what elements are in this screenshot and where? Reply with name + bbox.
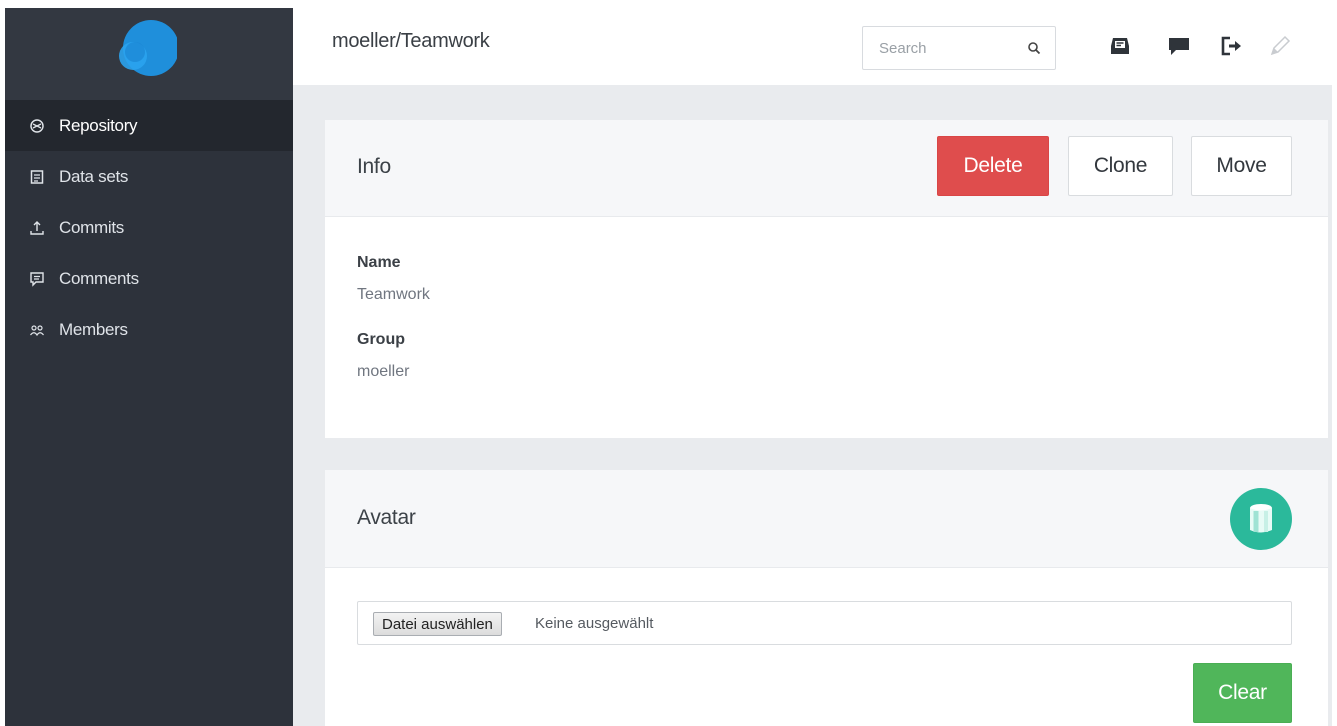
logo-area bbox=[5, 8, 293, 100]
sidebar-item-label: Commits bbox=[59, 217, 124, 237]
info-card: Info Delete Clone Move Name Teamwork Gro… bbox=[325, 120, 1328, 438]
clone-button[interactable]: Clone bbox=[1068, 136, 1173, 196]
sidebar-item-label: Data sets bbox=[59, 166, 129, 186]
name-value: Teamwork bbox=[357, 286, 430, 303]
app-window: Repository Data sets Commits Comments Me… bbox=[5, 8, 1332, 726]
search-input[interactable] bbox=[863, 27, 1023, 69]
dataset-icon bbox=[29, 169, 45, 185]
inbox-icon[interactable] bbox=[1108, 34, 1132, 58]
sidebar-item-members[interactable]: Members bbox=[5, 304, 293, 355]
sidebar-item-commits[interactable]: Commits bbox=[5, 202, 293, 253]
avatar-title: Avatar bbox=[357, 506, 416, 529]
breadcrumb[interactable]: moeller/Teamwork bbox=[332, 30, 490, 53]
repository-icon bbox=[29, 118, 45, 134]
sidebar: Repository Data sets Commits Comments Me… bbox=[5, 8, 293, 726]
cylinder-icon bbox=[1250, 504, 1272, 533]
info-card-header: Info Delete Clone Move bbox=[325, 120, 1328, 217]
sidebar-item-label: Members bbox=[59, 319, 128, 339]
clear-button[interactable]: Clear bbox=[1193, 663, 1292, 723]
sidebar-item-data-sets[interactable]: Data sets bbox=[5, 151, 293, 202]
sidebar-item-comments[interactable]: Comments bbox=[5, 253, 293, 304]
sidebar-nav: Repository Data sets Commits Comments Me… bbox=[5, 100, 293, 355]
avatar-card: Avatar Datei auswählen Keine ausgewählt … bbox=[325, 470, 1328, 726]
logout-icon[interactable] bbox=[1220, 34, 1244, 58]
move-button[interactable]: Move bbox=[1191, 136, 1292, 196]
info-title: Info bbox=[357, 155, 391, 178]
comment-icon bbox=[29, 271, 45, 287]
sidebar-item-repository[interactable]: Repository bbox=[5, 100, 293, 151]
choose-file-button[interactable]: Datei auswählen bbox=[373, 612, 502, 636]
commit-icon bbox=[29, 220, 45, 236]
app-logo[interactable] bbox=[113, 18, 177, 78]
pencil-icon[interactable] bbox=[1268, 34, 1292, 58]
topbar: moeller/Teamwork bbox=[293, 8, 1332, 85]
members-icon bbox=[29, 322, 45, 338]
group-label: Group bbox=[357, 331, 405, 348]
name-label: Name bbox=[357, 254, 401, 271]
search-icon[interactable] bbox=[1027, 41, 1041, 55]
file-input[interactable]: Datei auswählen Keine ausgewählt bbox=[357, 601, 1292, 645]
search-box bbox=[862, 26, 1056, 70]
delete-button[interactable]: Delete bbox=[937, 136, 1049, 196]
sidebar-item-label: Comments bbox=[59, 268, 139, 288]
avatar-badge bbox=[1230, 488, 1292, 550]
chat-icon[interactable] bbox=[1167, 34, 1191, 58]
file-status: Keine ausgewählt bbox=[535, 615, 654, 632]
group-value: moeller bbox=[357, 363, 410, 380]
avatar-card-header: Avatar bbox=[325, 470, 1328, 568]
sidebar-item-label: Repository bbox=[59, 115, 138, 135]
